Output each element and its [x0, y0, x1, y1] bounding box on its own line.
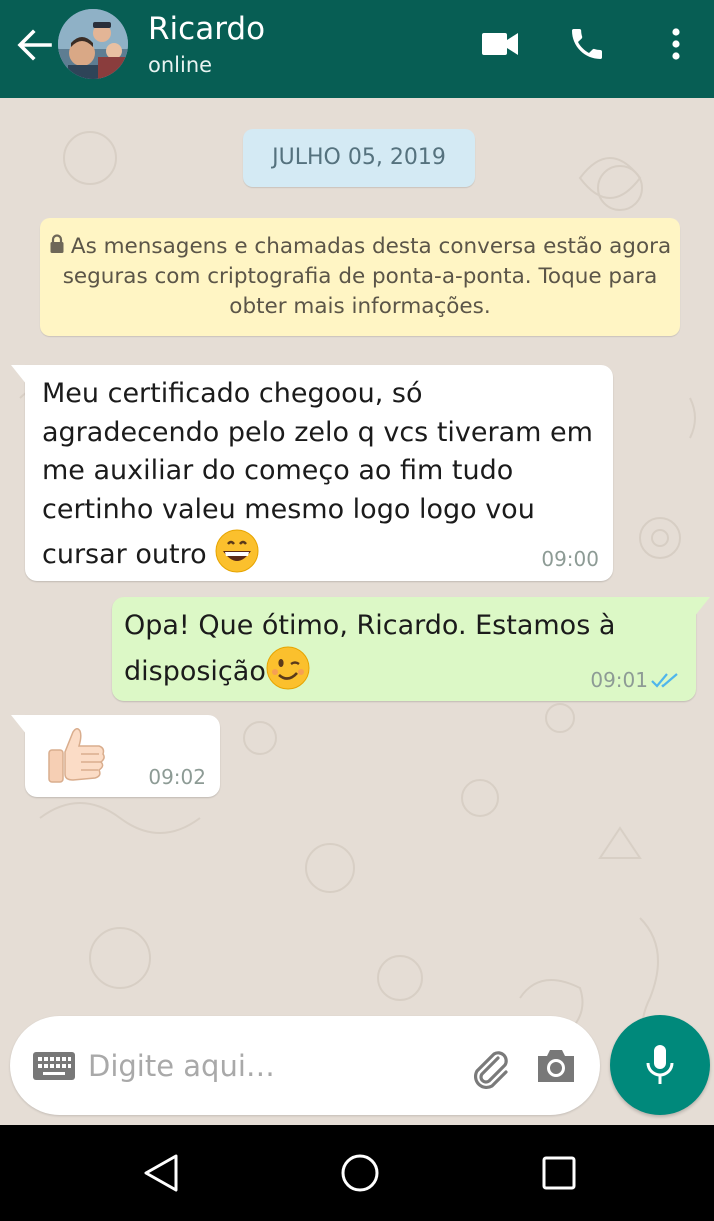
chat-area[interactable]: JULHO 05, 2019 As mensagens e chamadas d…: [0, 98, 714, 1124]
grinning-face-icon: [215, 529, 259, 585]
thumbs-up-icon: [43, 722, 111, 790]
mic-icon: [646, 1045, 674, 1084]
bubble-tail: [694, 597, 710, 617]
contact-status: online: [148, 53, 213, 77]
bubble-tail: [11, 365, 27, 385]
system-nav-bar: [0, 1125, 714, 1221]
encryption-notice-text: As mensagens e chamadas desta conversa e…: [62, 234, 672, 319]
message-text: Opa! Que ótimo, Ricardo. Estamos à dispo…: [124, 610, 616, 687]
lock-icon: [49, 233, 65, 253]
camera-icon[interactable]: [534, 1046, 578, 1086]
keyboard-icon[interactable]: [32, 1051, 76, 1081]
message-time: 09:02: [148, 765, 206, 789]
mic-button[interactable]: [610, 1015, 710, 1115]
contact-name: Ricardo: [148, 11, 266, 47]
bubble-tail: [11, 715, 27, 735]
nav-back-icon[interactable]: [140, 1151, 182, 1195]
phone-icon[interactable]: [566, 24, 608, 64]
contact-info[interactable]: Ricardo online: [148, 10, 265, 78]
message-text-wrap: Meu certificado chegoou, só agradecendo …: [42, 375, 602, 585]
message-input[interactable]: [88, 1046, 448, 1086]
nav-home-icon[interactable]: [338, 1151, 382, 1195]
chat-header: Ricardo online: [0, 0, 714, 98]
message-composer: [10, 1016, 600, 1115]
video-camera-icon[interactable]: [478, 24, 522, 64]
date-chip: JULHO 05, 2019: [243, 129, 475, 187]
message-bubble-incoming[interactable]: 09:02: [11, 715, 220, 797]
avatar[interactable]: [58, 9, 128, 79]
message-time: 09:00: [541, 547, 599, 571]
message-text: Meu certificado chegoou, só agradecendo …: [42, 378, 593, 570]
winking-face-icon: [266, 646, 310, 702]
more-vert-icon[interactable]: [662, 24, 690, 64]
encryption-notice[interactable]: As mensagens e chamadas desta conversa e…: [40, 218, 680, 336]
read-double-tick-icon: [650, 671, 682, 689]
message-bubble-outgoing[interactable]: Opa! Que ótimo, Ricardo. Estamos à dispo…: [112, 597, 710, 702]
paperclip-icon[interactable]: [466, 1044, 512, 1090]
message-bubble-incoming[interactable]: Meu certificado chegoou, só agradecendo …: [11, 365, 613, 581]
message-time: 09:01: [590, 668, 648, 692]
back-arrow-icon[interactable]: [14, 27, 54, 63]
nav-recents-icon[interactable]: [540, 1154, 578, 1192]
